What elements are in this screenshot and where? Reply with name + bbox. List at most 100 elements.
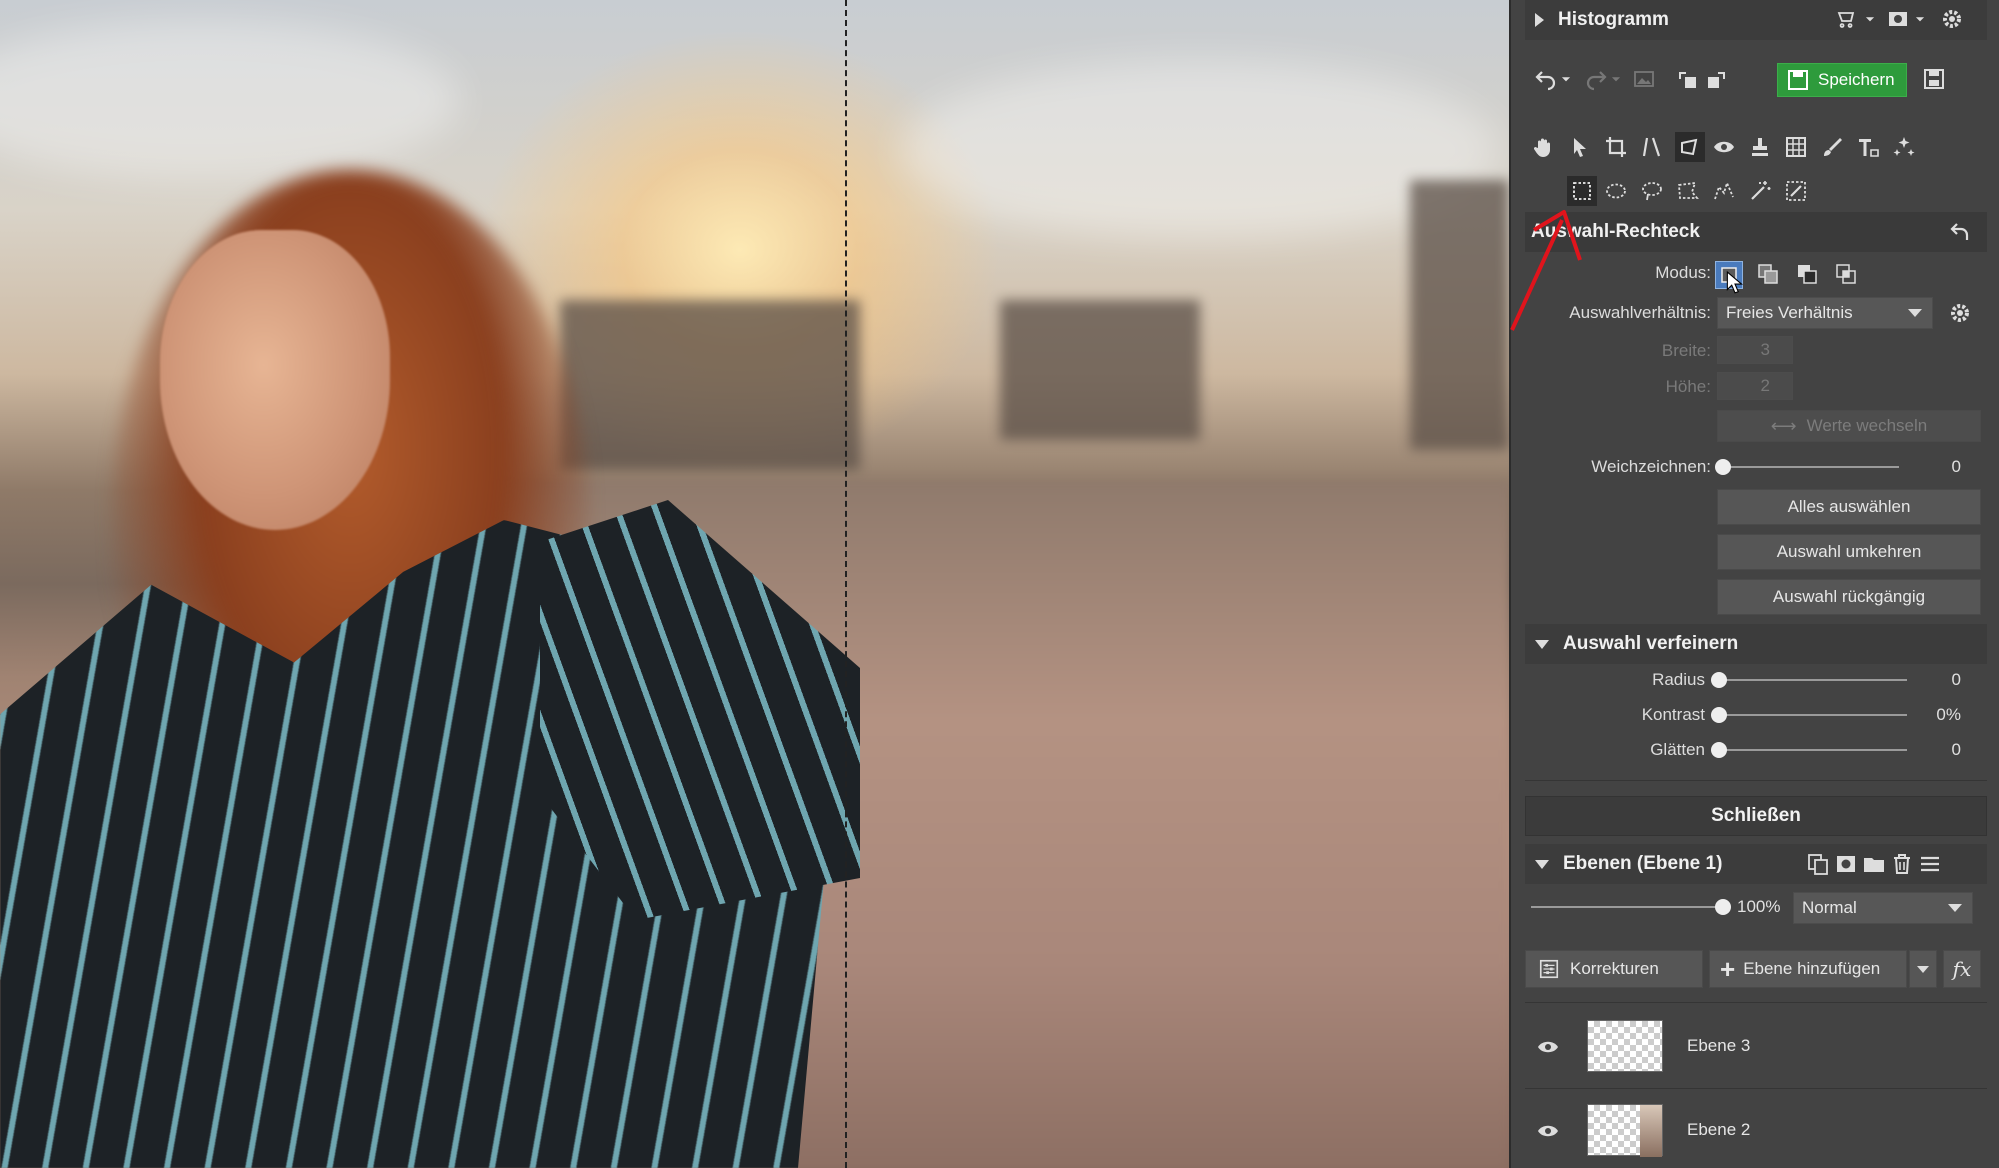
undo-selection-button[interactable]: Auswahl rückgängig — [1717, 579, 1981, 615]
redo-icon[interactable] — [1583, 66, 1609, 92]
adjustments-button[interactable]: Korrekturen — [1525, 950, 1703, 988]
swap-values-button[interactable]: ⟷ Werte wechseln — [1717, 410, 1981, 442]
fx-button[interactable]: fx — [1943, 950, 1981, 988]
contrast-value: 0% — [1936, 705, 1961, 724]
add-layer-button[interactable]: + Ebene hinzufügen — [1709, 950, 1907, 988]
mode-intersect-icon[interactable] — [1833, 261, 1859, 287]
image-icon[interactable] — [1631, 66, 1657, 92]
edit-selection-icon[interactable] — [1783, 178, 1809, 204]
collapse-icon — [1535, 639, 1549, 649]
smooth-slider-knob[interactable] — [1711, 742, 1727, 758]
width-label: Breite: — [1661, 341, 1711, 360]
histogram-options-icon[interactable] — [1835, 6, 1861, 32]
contrast-slider-knob[interactable] — [1711, 707, 1727, 723]
chevron-down-icon[interactable] — [1913, 6, 1927, 32]
preview-icon[interactable] — [1885, 6, 1911, 32]
mode-subtract-icon[interactable] — [1794, 261, 1820, 287]
duplicate-layer-icon[interactable] — [1805, 851, 1831, 877]
smooth-slider-track[interactable] — [1719, 749, 1907, 751]
add-layer-label: Ebene hinzufügen — [1743, 959, 1881, 978]
radius-slider-track[interactable] — [1719, 679, 1907, 681]
background-building — [1410, 180, 1509, 450]
layer-thumbnail — [1587, 1020, 1663, 1072]
rotate-right-icon[interactable] — [1703, 66, 1729, 92]
refine-selection-header[interactable]: Auswahl verfeinern — [1525, 624, 1987, 664]
effects-sparkle-icon[interactable] — [1891, 134, 1917, 160]
chevron-down-icon — [1948, 904, 1962, 912]
cloud — [0, 20, 460, 180]
ratio-select[interactable]: Freies Verhältnis — [1717, 297, 1933, 329]
layer-thumbnail — [1587, 1104, 1663, 1157]
straighten-icon[interactable] — [1639, 134, 1665, 160]
lasso-icon[interactable] — [1639, 178, 1665, 204]
chevron-down-icon[interactable] — [1863, 6, 1877, 32]
brush-icon[interactable] — [1819, 134, 1845, 160]
menu-icon[interactable] — [1917, 851, 1943, 877]
blend-mode-select[interactable]: Normal — [1793, 892, 1973, 924]
opacity-slider-knob[interactable] — [1715, 899, 1731, 915]
reset-icon[interactable] — [1947, 219, 1973, 245]
collapse-icon — [1535, 859, 1549, 869]
gear-icon[interactable] — [1947, 300, 1973, 326]
eye-icon[interactable] — [1711, 134, 1737, 160]
divider — [1525, 1002, 1987, 1003]
undo-icon[interactable] — [1533, 66, 1559, 92]
undo-selection-label: Auswahl rückgängig — [1772, 587, 1926, 606]
layer-name: Ebene 3 — [1687, 1036, 1751, 1055]
feather-slider-knob[interactable] — [1715, 459, 1731, 475]
layers-title: Ebenen (Ebene 1) — [1563, 853, 1723, 874]
radius-slider-knob[interactable] — [1711, 672, 1727, 688]
refine-selection-title: Auswahl verfeinern — [1563, 633, 1739, 654]
save-button[interactable]: Speichern — [1777, 63, 1907, 97]
hand-tool-icon[interactable] — [1531, 134, 1557, 160]
grid-icon[interactable] — [1783, 134, 1809, 160]
crop-icon[interactable] — [1603, 134, 1629, 160]
opacity-slider-track[interactable] — [1531, 906, 1723, 908]
radius-label: Radius — [1652, 670, 1705, 689]
eye-icon[interactable] — [1535, 1034, 1561, 1060]
magic-wand-icon[interactable] — [1747, 178, 1773, 204]
close-label: Schließen — [1711, 805, 1801, 826]
save-as-icon[interactable] — [1921, 66, 1947, 92]
chevron-down-icon[interactable] — [1609, 66, 1623, 92]
chevron-down-icon[interactable] — [1559, 66, 1573, 92]
magnetic-lasso-icon[interactable] — [1711, 178, 1737, 204]
gear-icon[interactable] — [1939, 6, 1965, 32]
select-all-button[interactable]: Alles auswählen — [1717, 489, 1981, 525]
right-panel: Histogramm Speichern Auswahl-Rechteck Mo… — [1509, 0, 1999, 1168]
swap-arrows-icon: ⟷ — [1770, 415, 1797, 436]
invert-selection-button[interactable]: Auswahl umkehren — [1717, 534, 1981, 570]
mode-add-icon[interactable] — [1755, 261, 1781, 287]
save-label: Speichern — [1818, 70, 1895, 89]
transform-tool-icon[interactable] — [1675, 132, 1705, 162]
chevron-down-icon — [1917, 965, 1929, 973]
polygon-lasso-icon[interactable] — [1675, 178, 1701, 204]
arrow-select-icon[interactable] — [1567, 134, 1593, 160]
layer-name: Ebene 2 — [1687, 1120, 1751, 1139]
layer-row[interactable]: Ebene 3 — [1525, 1010, 1987, 1086]
layer-mask-icon[interactable] — [1833, 851, 1859, 877]
fx-label: fx — [1952, 957, 1972, 981]
sliders-icon — [1538, 958, 1560, 980]
width-input[interactable]: 3 — [1717, 336, 1793, 364]
feather-slider-track[interactable] — [1723, 466, 1899, 468]
selection-marquee-edge — [845, 0, 847, 1168]
text-tool-icon[interactable] — [1855, 134, 1881, 160]
clone-stamp-icon[interactable] — [1747, 134, 1773, 160]
photo-canvas[interactable] — [0, 0, 1509, 1168]
mouse-cursor-icon — [1726, 271, 1744, 294]
annotation-arrow — [1510, 210, 1582, 331]
eye-icon[interactable] — [1535, 1118, 1561, 1144]
background-building — [1000, 300, 1200, 440]
rotate-left-icon[interactable] — [1675, 66, 1701, 92]
close-button[interactable]: Schließen — [1525, 796, 1987, 836]
layer-row[interactable]: Ebene 2 — [1525, 1092, 1987, 1168]
trash-icon[interactable] — [1889, 851, 1915, 877]
add-layer-dropdown[interactable] — [1909, 950, 1937, 988]
contrast-slider-track[interactable] — [1719, 714, 1907, 716]
height-label: Höhe: — [1665, 377, 1711, 396]
invert-selection-label: Auswahl umkehren — [1776, 542, 1922, 561]
folder-icon[interactable] — [1861, 851, 1887, 877]
select-all-label: Alles auswählen — [1787, 497, 1911, 516]
height-input[interactable]: 2 — [1717, 372, 1793, 400]
